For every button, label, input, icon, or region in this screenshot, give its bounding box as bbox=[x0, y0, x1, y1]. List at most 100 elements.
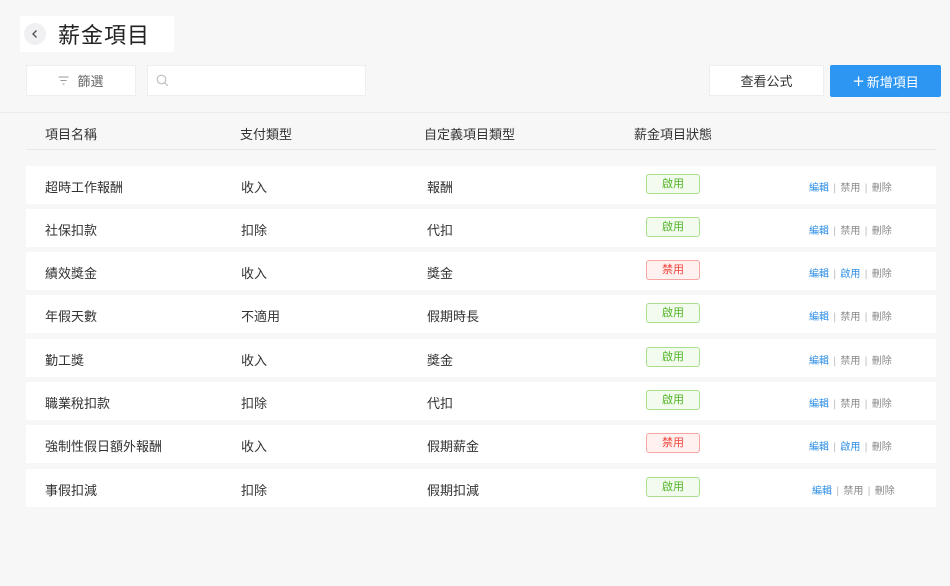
delete-button[interactable]: 刪除 bbox=[872, 226, 892, 237]
edit-button[interactable]: 編輯 bbox=[809, 312, 829, 323]
edit-button[interactable]: 編輯 bbox=[809, 269, 829, 280]
search-input[interactable] bbox=[175, 73, 365, 88]
view-formula-button[interactable]: 查看公式 bbox=[709, 65, 824, 96]
item-name: 強制性假日額外報酬 bbox=[45, 440, 163, 455]
custom-type: 代扣 bbox=[427, 397, 454, 412]
pay-type: 扣除 bbox=[241, 397, 268, 412]
enable-button[interactable]: 啟用 bbox=[840, 442, 860, 453]
action-separator: | bbox=[864, 356, 868, 367]
column-header-pay-type: 支付類型 bbox=[240, 128, 293, 143]
custom-type: 假期扣減 bbox=[427, 484, 480, 499]
plus-icon: + bbox=[852, 72, 865, 90]
disable-button[interactable]: 禁用 bbox=[843, 486, 863, 497]
disable-button[interactable]: 禁用 bbox=[840, 399, 860, 410]
title-bar: 薪金項目 bbox=[20, 16, 174, 52]
edit-button[interactable]: 編輯 bbox=[812, 486, 832, 497]
item-name: 事假扣減 bbox=[45, 484, 98, 499]
pay-type: 收入 bbox=[241, 354, 268, 369]
action-separator: | bbox=[864, 183, 868, 194]
action-separator: | bbox=[864, 442, 868, 453]
table-row: 績效獎金 收入 獎金 禁用 編輯 | 啟用 | 刪除 bbox=[26, 252, 936, 290]
pay-type: 收入 bbox=[241, 181, 268, 196]
edit-button[interactable]: 編輯 bbox=[809, 399, 829, 410]
column-header-status: 薪金項目狀態 bbox=[634, 128, 713, 143]
row-actions: 編輯 | 禁用 | 刪除 bbox=[809, 352, 892, 367]
row-actions: 編輯 | 禁用 | 刪除 bbox=[812, 482, 895, 497]
search-box[interactable] bbox=[147, 65, 366, 96]
table-row: 勤工獎 收入 獎金 啟用 編輯 | 禁用 | 刪除 bbox=[26, 339, 936, 377]
delete-button[interactable]: 刪除 bbox=[875, 486, 895, 497]
custom-type: 代扣 bbox=[427, 224, 454, 239]
action-separator: | bbox=[833, 399, 837, 410]
pay-type: 扣除 bbox=[241, 484, 268, 499]
item-name: 績效獎金 bbox=[45, 267, 98, 282]
row-actions: 編輯 | 啟用 | 刪除 bbox=[809, 265, 892, 280]
toolbar-divider bbox=[0, 112, 950, 113]
action-separator: | bbox=[833, 226, 837, 237]
add-item-label: 新增項目 bbox=[866, 75, 919, 91]
item-name: 年假天數 bbox=[45, 310, 98, 325]
back-button[interactable] bbox=[24, 23, 46, 45]
action-separator: | bbox=[836, 486, 840, 497]
edit-button[interactable]: 編輯 bbox=[809, 356, 829, 367]
table-row: 強制性假日額外報酬 收入 假期薪金 禁用 編輯 | 啟用 | 刪除 bbox=[26, 425, 936, 463]
action-separator: | bbox=[833, 183, 837, 194]
delete-button[interactable]: 刪除 bbox=[872, 183, 892, 194]
item-name: 超時工作報酬 bbox=[45, 181, 124, 196]
status-badge: 啟用 bbox=[646, 347, 700, 367]
item-name: 社保扣款 bbox=[45, 224, 98, 239]
custom-type: 假期薪金 bbox=[427, 440, 480, 455]
row-actions: 編輯 | 禁用 | 刪除 bbox=[809, 395, 892, 410]
status-badge: 禁用 bbox=[646, 260, 700, 280]
item-name: 勤工獎 bbox=[45, 354, 85, 369]
custom-type: 獎金 bbox=[427, 267, 454, 282]
row-actions: 編輯 | 啟用 | 刪除 bbox=[809, 438, 892, 453]
custom-type: 獎金 bbox=[427, 354, 454, 369]
filter-button[interactable]: 篩選 bbox=[26, 65, 136, 96]
enable-button[interactable]: 啟用 bbox=[840, 269, 860, 280]
delete-button[interactable]: 刪除 bbox=[872, 356, 892, 367]
action-separator: | bbox=[867, 486, 871, 497]
action-separator: | bbox=[864, 226, 868, 237]
status-badge: 禁用 bbox=[646, 433, 700, 453]
status-badge: 啟用 bbox=[646, 217, 700, 237]
edit-button[interactable]: 編輯 bbox=[809, 183, 829, 194]
pay-type: 收入 bbox=[241, 267, 268, 282]
delete-button[interactable]: 刪除 bbox=[872, 312, 892, 323]
custom-type: 假期時長 bbox=[427, 310, 480, 325]
status-badge: 啟用 bbox=[646, 174, 700, 194]
delete-button[interactable]: 刪除 bbox=[872, 442, 892, 453]
add-item-button[interactable]: + 新增項目 bbox=[830, 65, 941, 97]
disable-button[interactable]: 禁用 bbox=[840, 356, 860, 367]
action-separator: | bbox=[864, 269, 868, 280]
chevron-left-icon bbox=[32, 30, 37, 38]
filter-label: 篩選 bbox=[77, 75, 104, 90]
delete-button[interactable]: 刪除 bbox=[872, 399, 892, 410]
action-separator: | bbox=[833, 312, 837, 323]
delete-button[interactable]: 刪除 bbox=[872, 269, 892, 280]
status-badge: 啟用 bbox=[646, 390, 700, 410]
pay-type: 扣除 bbox=[241, 224, 268, 239]
disable-button[interactable]: 禁用 bbox=[840, 183, 860, 194]
table-row: 事假扣減 扣除 假期扣減 啟用 編輯 | 禁用 | 刪除 bbox=[26, 469, 936, 507]
disable-button[interactable]: 禁用 bbox=[840, 312, 860, 323]
column-header-name: 項目名稱 bbox=[45, 128, 98, 143]
action-separator: | bbox=[833, 269, 837, 280]
pay-type: 收入 bbox=[241, 440, 268, 455]
column-header-custom-type: 自定義項目類型 bbox=[424, 128, 516, 143]
salary-items-page: 薪金項目 篩選 查看公式 + 新增項目 項目名稱 支付類型 自定義項目類型 薪金… bbox=[0, 0, 950, 586]
item-name: 職業稅扣款 bbox=[45, 397, 111, 412]
filter-icon bbox=[58, 76, 69, 85]
action-separator: | bbox=[833, 442, 837, 453]
edit-button[interactable]: 編輯 bbox=[809, 442, 829, 453]
search-icon bbox=[156, 74, 169, 87]
status-badge: 啟用 bbox=[646, 303, 700, 323]
page-title: 薪金項目 bbox=[58, 24, 151, 49]
table-row: 年假天數 不適用 假期時長 啟用 編輯 | 禁用 | 刪除 bbox=[26, 295, 936, 333]
edit-button[interactable]: 編輯 bbox=[809, 226, 829, 237]
action-separator: | bbox=[864, 399, 868, 410]
disable-button[interactable]: 禁用 bbox=[840, 226, 860, 237]
action-separator: | bbox=[864, 312, 868, 323]
row-actions: 編輯 | 禁用 | 刪除 bbox=[809, 179, 892, 194]
status-badge: 啟用 bbox=[646, 477, 700, 497]
